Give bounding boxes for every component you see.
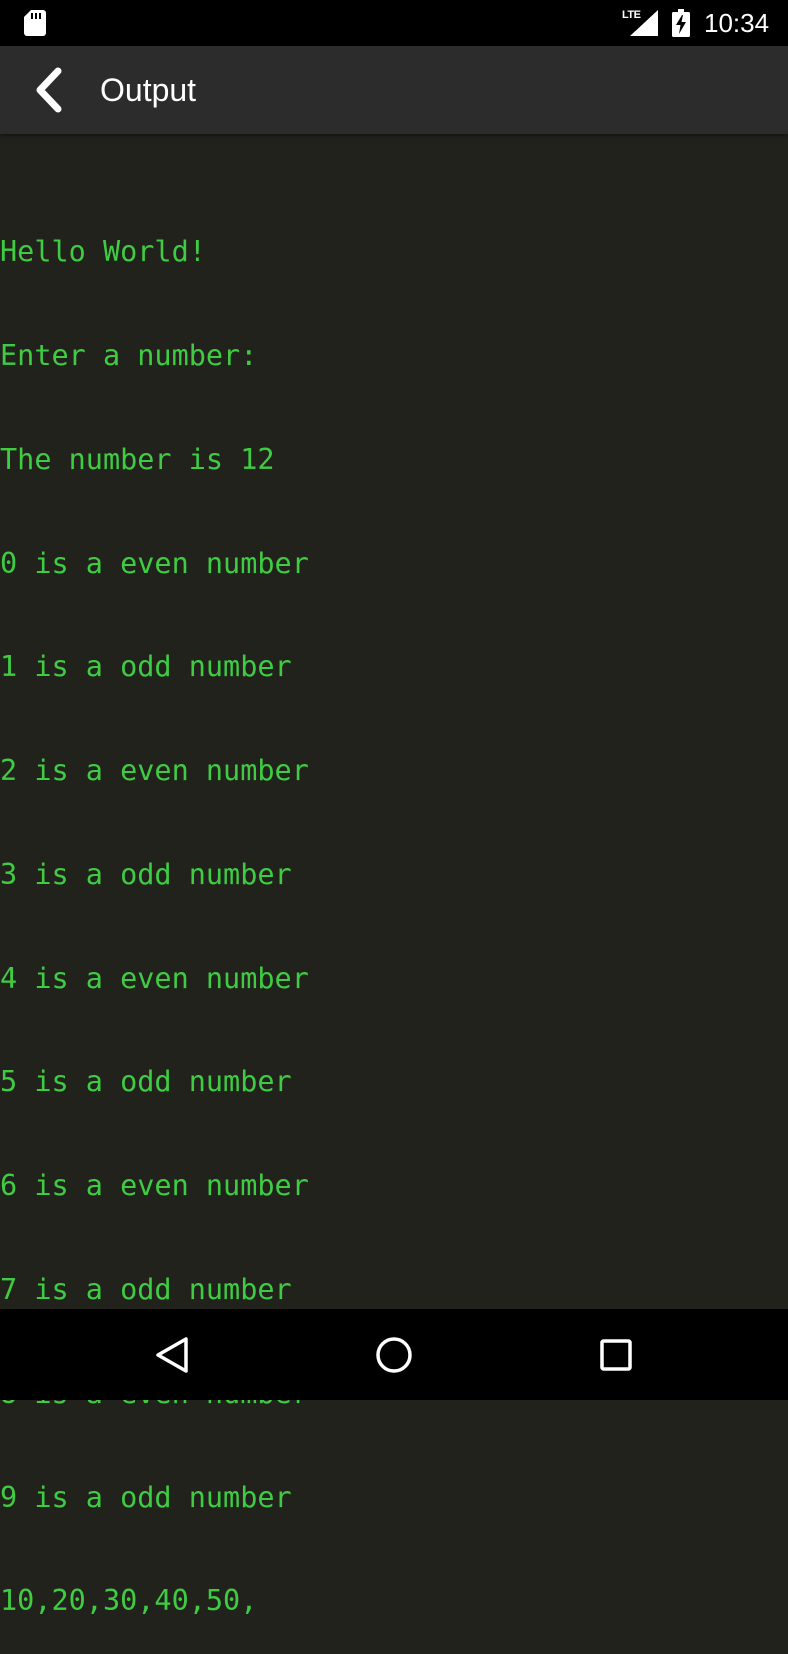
console-line: 2 is a even number (0, 754, 309, 788)
console-line: 1 is a odd number (0, 650, 292, 684)
page-title: Output (100, 72, 197, 108)
console-line: 6 is a even number (0, 1169, 309, 1203)
console-line: 9 is a odd number (0, 1480, 292, 1514)
back-triangle-icon (156, 1337, 188, 1373)
console-line: The number is 12 (0, 442, 275, 476)
console-line: 4 is a even number (0, 961, 309, 995)
chevron-left-icon (36, 67, 62, 113)
console-line: 0 is a even number (0, 546, 309, 580)
nav-recents-button[interactable] (586, 1327, 646, 1383)
nav-back-button[interactable] (142, 1327, 202, 1383)
sd-card-icon (24, 10, 46, 36)
recents-square-icon (600, 1339, 632, 1371)
console-line: 10,20,30,40,50, (0, 1584, 258, 1618)
navigation-bar (0, 1309, 788, 1400)
console-line: 7 is a odd number (0, 1273, 292, 1306)
status-clock: 10:34 (704, 8, 770, 38)
signal-icon (630, 10, 658, 36)
console-line: 3 is a odd number (0, 857, 292, 891)
console-line: Hello World! (0, 235, 206, 269)
app-bar: Output (0, 46, 788, 134)
home-circle-icon (376, 1337, 412, 1373)
battery-charging-icon (672, 9, 690, 37)
console-output: Hello World! Enter a number: The number … (0, 166, 788, 1617)
nav-home-button[interactable] (364, 1327, 424, 1383)
console-line: 5 is a odd number (0, 1065, 292, 1099)
back-button[interactable] (18, 58, 78, 122)
status-bar: LTE 10:34 (0, 0, 788, 46)
console-line: Enter a number: (0, 338, 258, 372)
